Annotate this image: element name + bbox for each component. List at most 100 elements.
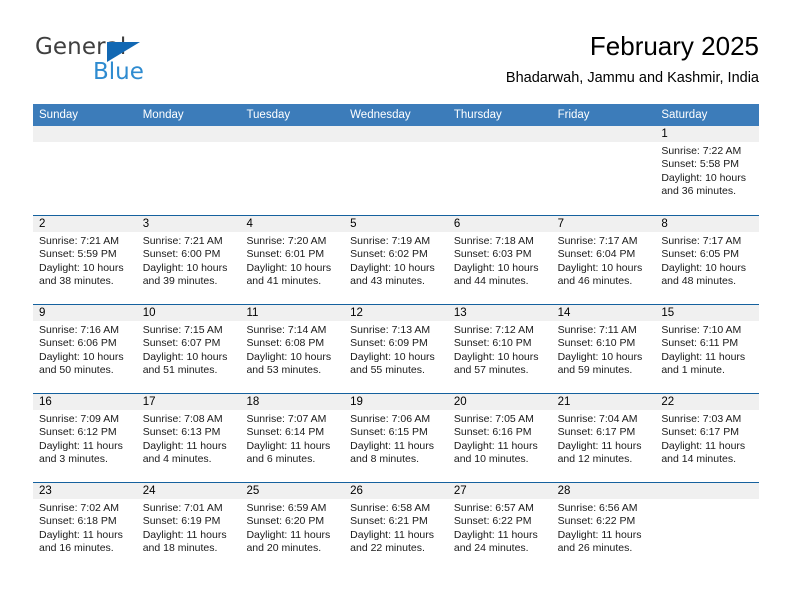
daylight-text: Daylight: 10 hours and 48 minutes.	[661, 261, 746, 288]
day-number-band: 9	[33, 305, 137, 321]
sunrise-text: Sunrise: 7:07 AM	[246, 413, 327, 425]
daylight-text: Daylight: 10 hours and 53 minutes.	[246, 350, 332, 377]
day-cell[interactable]: 11 Sunrise: 7:14 AM Sunset: 6:08 PM Dayligh…	[240, 305, 345, 393]
day-cell[interactable]: 23 Sunrise: 7:02 AM Sunset: 6:18 PM Dayligh…	[33, 483, 137, 571]
sunrise-text: Sunrise: 7:03 AM	[661, 413, 742, 425]
sunset-text: Sunset: 6:07 PM	[142, 337, 221, 350]
day-cell[interactable]: 15 Sunrise: 7:10 AM Sunset: 6:11 PM Dayligh…	[655, 305, 760, 393]
day-cell[interactable]: 1 Sunrise: 7:22 AM Sunset: 5:58 PM Daylight…	[655, 126, 760, 215]
day-cell[interactable]: 18 Sunrise: 7:07 AM Sunset: 6:14 PM Dayligh…	[240, 394, 345, 482]
day-details: Sunrise: 7:21 AM Sunset: 5:59 PM Daylight:…	[33, 232, 137, 289]
day-number-band: 12	[344, 305, 448, 321]
sunrise-text: Sunrise: 7:19 AM	[350, 235, 431, 247]
day-number-band: 17	[136, 394, 241, 410]
day-cell[interactable]: 25 Sunrise: 6:59 AM Sunset: 6:20 PM Dayligh…	[240, 483, 345, 571]
sunrise-text: Sunrise: 7:18 AM	[453, 235, 534, 247]
day-details: Sunrise: 7:01 AM Sunset: 6:19 PM Daylight:…	[137, 499, 241, 556]
sunset-text: Sunset: 6:10 PM	[557, 337, 636, 350]
sunrise-text: Sunrise: 7:17 AM	[557, 235, 638, 247]
sunset-text: Sunset: 6:02 PM	[350, 248, 428, 261]
day-cell[interactable]: 24 Sunrise: 7:01 AM Sunset: 6:19 PM Dayligh…	[136, 483, 241, 571]
day-cell[interactable]: 9 Sunrise: 7:16 AM Sunset: 6:06 PM Daylight…	[33, 305, 137, 393]
sunset-text: Sunset: 6:10 PM	[453, 337, 532, 350]
day-number-band: 27	[447, 483, 552, 499]
weekday-header-friday: Friday	[557, 109, 590, 121]
day-number-band	[551, 126, 656, 142]
logo-text-blue: Blue	[93, 59, 144, 85]
day-cell-empty	[136, 126, 241, 215]
daylight-text: Daylight: 11 hours and 12 minutes.	[557, 439, 642, 466]
sunrise-text: Sunrise: 7:09 AM	[39, 413, 119, 425]
day-cell[interactable]: 21 Sunrise: 7:04 AM Sunset: 6:17 PM Dayligh…	[551, 394, 656, 482]
day-details: Sunrise: 7:16 AM Sunset: 6:06 PM Daylight:…	[33, 321, 137, 378]
calendar-weeks: 1 Sunrise: 7:22 AM Sunset: 5:58 PM Daylight…	[33, 126, 760, 571]
sunset-text: Sunset: 6:01 PM	[246, 248, 325, 261]
daylight-text: Daylight: 11 hours and 20 minutes.	[246, 528, 331, 555]
day-number-band: 5	[344, 216, 448, 232]
daylight-text: Daylight: 11 hours and 1 minute.	[661, 350, 746, 377]
day-cell[interactable]: 16 Sunrise: 7:09 AM Sunset: 6:12 PM Dayligh…	[33, 394, 137, 482]
page-subtitle: Bhadarwah, Jammu and Kashmir, India	[505, 70, 759, 86]
sunset-text: Sunset: 6:21 PM	[350, 515, 428, 528]
day-cell[interactable]: 19 Sunrise: 7:06 AM Sunset: 6:15 PM Dayligh…	[344, 394, 448, 482]
day-cell[interactable]: 20 Sunrise: 7:05 AM Sunset: 6:16 PM Dayligh…	[447, 394, 552, 482]
day-cell[interactable]: 14 Sunrise: 7:11 AM Sunset: 6:10 PM Dayligh…	[551, 305, 656, 393]
day-details: Sunrise: 7:09 AM Sunset: 6:12 PM Daylight:…	[33, 410, 137, 467]
day-details: Sunrise: 6:59 AM Sunset: 6:20 PM Daylight:…	[240, 499, 344, 556]
day-cell-empty	[447, 126, 552, 215]
day-number: 26	[350, 485, 363, 497]
day-cell[interactable]: 5 Sunrise: 7:19 AM Sunset: 6:02 PM Daylight…	[344, 216, 448, 304]
day-number-band: 15	[655, 305, 760, 321]
day-cell[interactable]: 17 Sunrise: 7:08 AM Sunset: 6:13 PM Dayligh…	[136, 394, 241, 482]
day-number-band	[240, 126, 345, 142]
daylight-text: Daylight: 10 hours and 46 minutes.	[557, 261, 643, 288]
day-cell[interactable]: 13 Sunrise: 7:12 AM Sunset: 6:10 PM Dayligh…	[447, 305, 552, 393]
daylight-text: Daylight: 10 hours and 55 minutes.	[350, 350, 435, 377]
day-cell[interactable]: 12 Sunrise: 7:13 AM Sunset: 6:09 PM Dayligh…	[344, 305, 448, 393]
day-details: Sunrise: 7:14 AM Sunset: 6:08 PM Daylight:…	[240, 321, 344, 378]
daylight-text: Daylight: 10 hours and 57 minutes.	[453, 350, 539, 377]
day-number: 8	[661, 218, 668, 230]
day-cell[interactable]: 10 Sunrise: 7:15 AM Sunset: 6:07 PM Dayligh…	[136, 305, 241, 393]
day-cell[interactable]: 22 Sunrise: 7:03 AM Sunset: 6:17 PM Dayligh…	[655, 394, 760, 482]
daylight-text: Daylight: 11 hours and 18 minutes.	[142, 528, 227, 555]
daylight-text: Daylight: 10 hours and 38 minutes.	[39, 261, 124, 288]
day-number-band: 26	[344, 483, 448, 499]
day-cell[interactable]: 7 Sunrise: 7:17 AM Sunset: 6:04 PM Daylight…	[551, 216, 656, 304]
sunset-text: Sunset: 6:08 PM	[246, 337, 325, 350]
sunset-text: Sunset: 6:17 PM	[557, 426, 636, 439]
sunset-text: Sunset: 6:13 PM	[142, 426, 221, 439]
day-cell[interactable]: 6 Sunrise: 7:18 AM Sunset: 6:03 PM Daylight…	[447, 216, 552, 304]
sunrise-text: Sunrise: 7:02 AM	[39, 502, 119, 514]
day-cell[interactable]: 27 Sunrise: 6:57 AM Sunset: 6:22 PM Dayligh…	[447, 483, 552, 571]
daylight-text: Daylight: 11 hours and 3 minutes.	[39, 439, 123, 466]
day-number: 5	[350, 218, 357, 230]
day-details: Sunrise: 7:08 AM Sunset: 6:13 PM Daylight:…	[137, 410, 241, 467]
sunrise-text: Sunrise: 7:17 AM	[661, 235, 742, 247]
day-cell[interactable]: 8 Sunrise: 7:17 AM Sunset: 6:05 PM Daylight…	[655, 216, 760, 304]
daylight-text: Daylight: 11 hours and 16 minutes.	[39, 528, 123, 555]
day-cell[interactable]: 4 Sunrise: 7:20 AM Sunset: 6:01 PM Daylight…	[240, 216, 345, 304]
sunrise-text: Sunrise: 7:14 AM	[246, 324, 327, 336]
daylight-text: Daylight: 11 hours and 22 minutes.	[350, 528, 435, 555]
day-cell[interactable]: 3 Sunrise: 7:21 AM Sunset: 6:00 PM Daylight…	[136, 216, 241, 304]
day-details: Sunrise: 6:58 AM Sunset: 6:21 PM Daylight:…	[344, 499, 448, 556]
day-number: 13	[453, 307, 467, 319]
day-number-band: 2	[33, 216, 137, 232]
sunset-text: Sunset: 6:05 PM	[661, 248, 739, 261]
day-cell[interactable]: 28 Sunrise: 6:56 AM Sunset: 6:22 PM Dayligh…	[551, 483, 656, 571]
day-number: 14	[557, 307, 571, 319]
day-cell[interactable]: 26 Sunrise: 6:58 AM Sunset: 6:21 PM Dayligh…	[344, 483, 448, 571]
day-number-band: 11	[240, 305, 345, 321]
sunset-text: Sunset: 6:00 PM	[142, 248, 221, 261]
day-number-band: 28	[551, 483, 656, 499]
day-number-band	[344, 126, 448, 142]
day-cell[interactable]: 2 Sunrise: 7:21 AM Sunset: 5:59 PM Daylight…	[33, 216, 137, 304]
day-number: 2	[39, 218, 46, 230]
day-number: 20	[453, 396, 467, 408]
day-details: Sunrise: 7:05 AM Sunset: 6:16 PM Daylight:…	[448, 410, 552, 467]
day-number-band	[447, 126, 552, 142]
sunrise-text: Sunrise: 7:11 AM	[557, 324, 637, 336]
daylight-text: Daylight: 11 hours and 14 minutes.	[661, 439, 746, 466]
daylight-text: Daylight: 10 hours and 44 minutes.	[453, 261, 539, 288]
